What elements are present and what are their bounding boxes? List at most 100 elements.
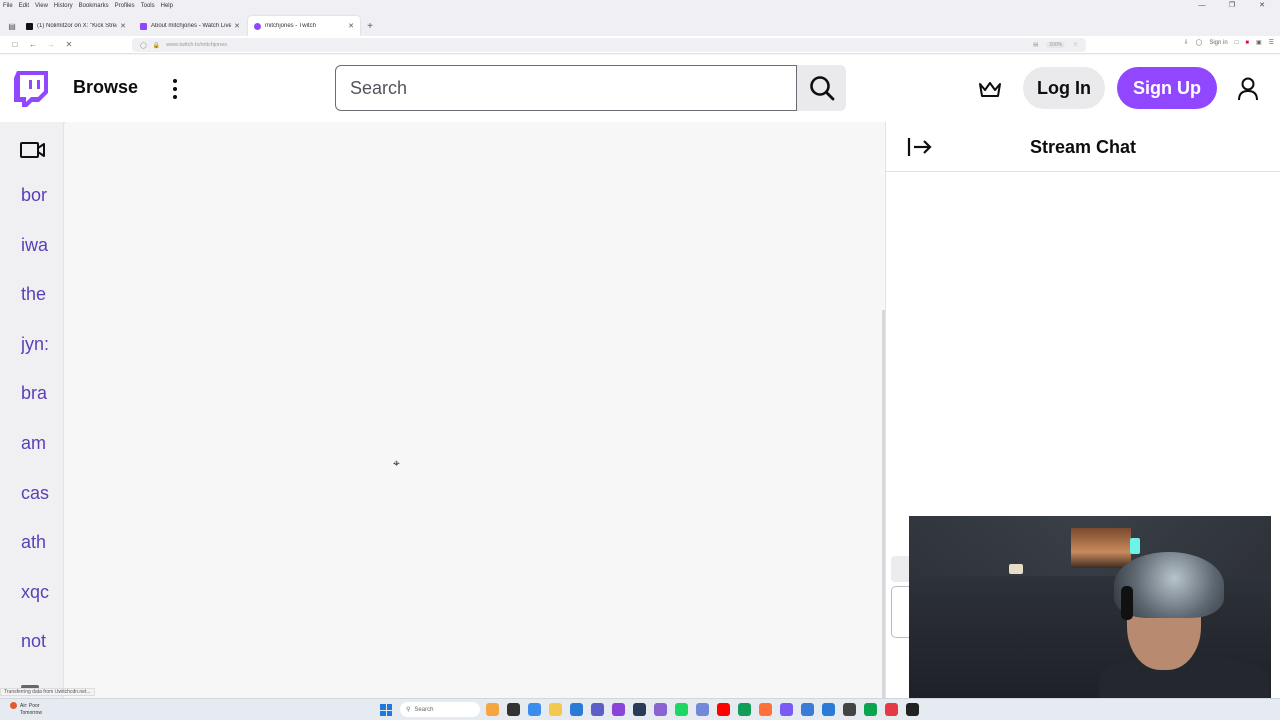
sign-in-label[interactable]: Sign in [1209, 40, 1227, 46]
tab-title: (1) Nolimitzor on X: "Kick Strea [37, 23, 118, 29]
taskbar-app-icon[interactable] [759, 703, 772, 716]
taskbar-app-icon[interactable] [906, 703, 919, 716]
sidebar-channel[interactable]: ath [21, 532, 53, 553]
reader-view-icon[interactable]: ▤ [1033, 42, 1038, 48]
browser-tab-active[interactable]: mitchjones - Twitch ✕ [248, 16, 360, 36]
weather-widget[interactable]: Air: Poor Tomorrow [10, 702, 42, 717]
video-camera-icon[interactable] [20, 140, 46, 160]
taskbar-app-icon[interactable] [780, 703, 793, 716]
sidebar-channel[interactable]: am [21, 433, 53, 454]
sidebar-channel[interactable]: xqc [21, 582, 53, 603]
taskbar-app-icon[interactable] [612, 703, 625, 716]
webcam-overlay-image [909, 516, 1271, 698]
headset [1121, 586, 1133, 620]
taskbar-app-icon[interactable] [885, 703, 898, 716]
search-icon [809, 76, 834, 101]
tab-strip: ▤ (1) Nolimitzor on X: "Kick Strea ✕ Abo… [0, 11, 1280, 36]
search-input[interactable] [335, 65, 797, 111]
menu-bookmarks[interactable]: Bookmarks [79, 3, 109, 9]
browser-menubar: File Edit View History Bookmarks Profile… [0, 0, 1280, 11]
mouse-cursor-icon: ⌖ [393, 456, 400, 470]
minimize-icon[interactable]: — [1190, 0, 1214, 11]
recommended-channels-sidebar: bor iwa the jyn: bra am cas ath xqc not [0, 122, 64, 698]
search-button[interactable] [797, 65, 846, 111]
taskbar-app-icon[interactable] [696, 703, 709, 716]
taskbar-app-icons [486, 703, 919, 716]
taskbar-app-icon[interactable] [507, 703, 520, 716]
new-tab-icon[interactable]: + [362, 16, 378, 36]
app-menu-icon[interactable]: ☰ [1269, 39, 1274, 46]
extension-icon[interactable]: □ [1235, 40, 1239, 46]
sign-up-button[interactable]: Sign Up [1117, 67, 1217, 109]
downloads-icon[interactable]: ⇩ [1184, 39, 1189, 46]
sidebar-channel[interactable]: bra [21, 383, 53, 404]
menu-edit[interactable]: Edit [19, 3, 29, 9]
taskbar-app-icon[interactable] [717, 703, 730, 716]
close-tab-icon[interactable]: ✕ [120, 22, 126, 30]
menu-profiles[interactable]: Profiles [115, 3, 135, 9]
twitch-header: Browse Log In Sign Up [0, 55, 1280, 122]
close-window-icon[interactable]: ✕ [1250, 0, 1274, 11]
sidebar-channel[interactable]: cas [21, 483, 53, 504]
taskbar-app-icon[interactable] [549, 703, 562, 716]
twitch-logo-icon[interactable] [14, 71, 48, 107]
chat-title: Stream Chat [1029, 137, 1137, 157]
url-bar[interactable]: ◯ 🔒 www.twitch.tv/mitchjones ▤ 200% ☆ [132, 38, 1086, 52]
sidebar-channel[interactable]: bor [21, 185, 53, 206]
taskbar-app-icon[interactable] [591, 703, 604, 716]
close-tab-icon[interactable]: ✕ [234, 22, 240, 30]
chat-settings-partial[interactable] [891, 556, 911, 582]
prime-crown-button[interactable] [975, 75, 1005, 103]
taskbar-app-icon[interactable] [675, 703, 688, 716]
url-text[interactable]: www.twitch.tv/mitchjones [166, 42, 227, 48]
sidebar-channel[interactable]: jyn: [21, 334, 53, 355]
tracking-shield-icon[interactable]: ◯ [140, 42, 147, 49]
stream-main-area [65, 122, 885, 698]
twitch-favicon-icon [140, 22, 147, 30]
tab-list-icon[interactable]: ▤ [4, 16, 20, 36]
pocket-icon[interactable]: ■ [1245, 40, 1249, 46]
x-favicon-icon [26, 22, 33, 30]
sidebar-channel[interactable]: not [21, 631, 53, 652]
more-options-icon[interactable] [165, 75, 185, 103]
menu-history[interactable]: History [54, 3, 73, 9]
taskbar-app-icon[interactable] [528, 703, 541, 716]
taskbar-app-icon[interactable] [654, 703, 667, 716]
sidebar-channel[interactable]: iwa [21, 235, 53, 256]
extension-icon[interactable]: ▣ [1256, 39, 1262, 46]
menu-view[interactable]: View [35, 3, 48, 9]
taskbar-app-icon[interactable] [864, 703, 877, 716]
menu-file[interactable]: File [3, 3, 13, 9]
taskbar-app-icon[interactable] [801, 703, 814, 716]
lock-icon[interactable]: 🔒 [153, 42, 160, 49]
zoom-level[interactable]: 200% [1046, 42, 1066, 48]
taskbar-app-icon[interactable] [843, 703, 856, 716]
restore-icon[interactable]: ❐ [1220, 0, 1244, 11]
loading-favicon-icon [254, 22, 261, 30]
back-icon[interactable]: ← [24, 40, 42, 49]
tab-title: About mitchjones - Watch Live [151, 23, 232, 29]
taskbar-app-icon[interactable] [570, 703, 583, 716]
forward-icon[interactable]: → [42, 40, 60, 49]
stop-loading-icon[interactable]: ✕ [60, 40, 78, 49]
user-menu-button[interactable] [1232, 75, 1264, 103]
windows-start-icon[interactable] [380, 704, 392, 716]
user-icon [1238, 77, 1258, 101]
browser-tab[interactable]: (1) Nolimitzor on X: "Kick Strea ✕ [20, 16, 132, 36]
menu-help[interactable]: Help [161, 3, 173, 9]
browser-tab[interactable]: About mitchjones - Watch Live ✕ [134, 16, 246, 36]
bookmark-star-icon[interactable]: ☆ [1073, 42, 1078, 48]
taskbar-search[interactable]: ⚲ Search [400, 702, 480, 717]
close-tab-icon[interactable]: ✕ [348, 22, 354, 30]
taskbar-app-icon[interactable] [822, 703, 835, 716]
taskbar-app-icon[interactable] [486, 703, 499, 716]
taskbar-app-icon[interactable] [633, 703, 646, 716]
sidebar-channel[interactable]: the [21, 284, 53, 305]
account-icon[interactable]: ◯ [1196, 39, 1203, 46]
log-in-button[interactable]: Log In [1023, 67, 1105, 109]
search-bar [335, 65, 846, 111]
taskbar-app-icon[interactable] [738, 703, 751, 716]
menu-tools[interactable]: Tools [141, 3, 155, 9]
browse-link[interactable]: Browse [73, 77, 138, 98]
sidebar-toggle-icon[interactable]: □ [6, 40, 24, 49]
